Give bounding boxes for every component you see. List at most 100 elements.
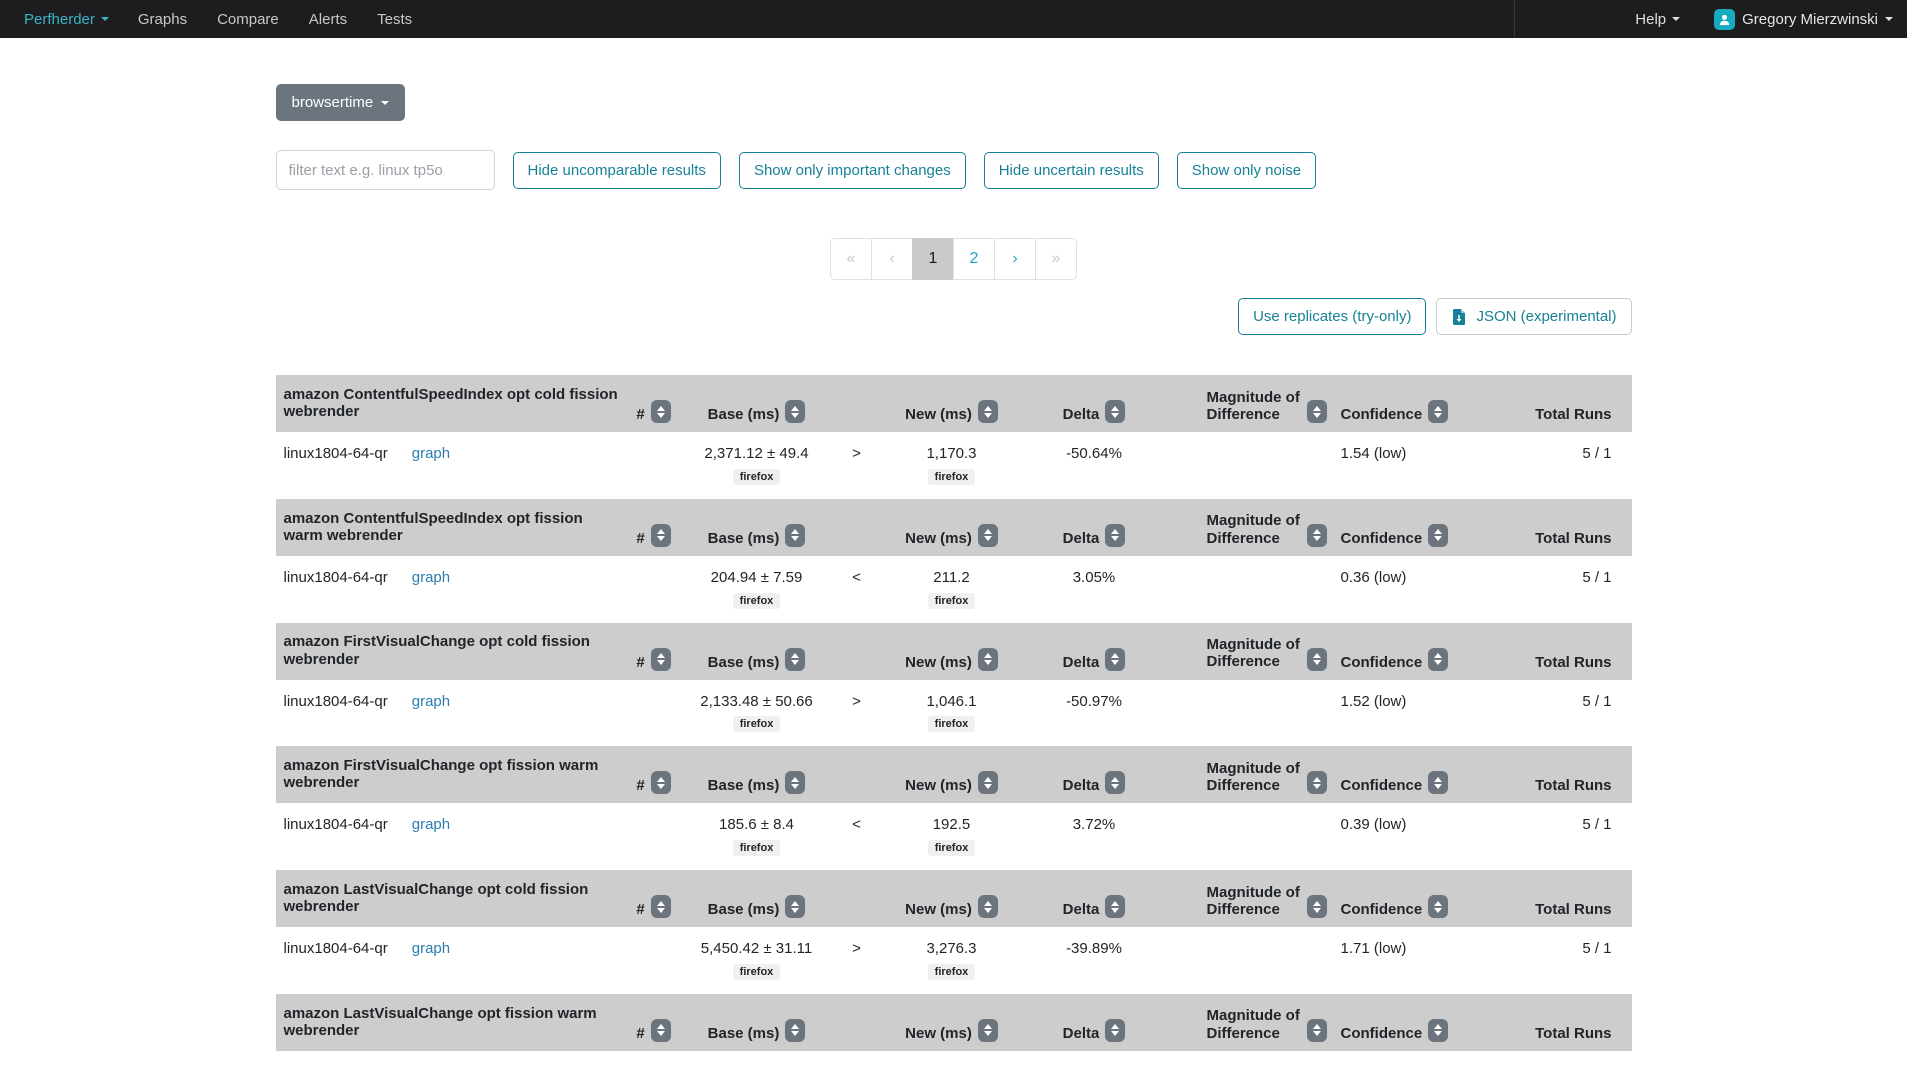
caret-down-icon	[1672, 17, 1680, 21]
column-header-hash: #	[636, 406, 644, 423]
delta-value: -39.89%	[1022, 940, 1167, 957]
sort-icon[interactable]	[1105, 648, 1125, 671]
results-section: amazon ContentfulSpeedIndex opt fission …	[276, 499, 1632, 623]
comparison-sign: >	[832, 445, 882, 462]
page-button-5[interactable]: ›	[994, 238, 1036, 280]
sort-icon[interactable]	[1307, 1019, 1327, 1042]
sort-icon[interactable]	[978, 895, 998, 918]
sort-icon[interactable]	[978, 648, 998, 671]
column-header-delta: Delta	[1063, 406, 1100, 423]
section-title: amazon LastVisualChange opt cold fission…	[276, 881, 626, 916]
page-button-3[interactable]: 1	[912, 238, 954, 280]
sort-icon[interactable]	[651, 400, 671, 423]
sort-icon[interactable]	[978, 400, 998, 423]
table-header-row: amazon ContentfulSpeedIndex opt fission …	[276, 499, 1632, 556]
page-button-2: ‹	[871, 238, 913, 280]
column-header-new: New (ms)	[905, 654, 972, 671]
column-header-magnitude: Magnitude of Difference	[1207, 1007, 1301, 1042]
show-noise-button[interactable]: Show only noise	[1177, 152, 1316, 189]
caret-down-icon	[101, 17, 109, 21]
new-app-badge: firefox	[928, 716, 976, 732]
column-header-new: New (ms)	[905, 1025, 972, 1042]
base-app-badge: firefox	[733, 469, 781, 485]
sort-icon[interactable]	[785, 648, 805, 671]
sort-icon[interactable]	[1105, 895, 1125, 918]
sort-icon[interactable]	[1105, 1019, 1125, 1042]
results-section: amazon LastVisualChange opt fission warm…	[276, 994, 1632, 1051]
column-header-base: Base (ms)	[708, 406, 780, 423]
graph-link[interactable]: graph	[412, 816, 450, 833]
sort-icon[interactable]	[785, 895, 805, 918]
page-button-6: »	[1035, 238, 1077, 280]
framework-dropdown[interactable]: browsertime	[276, 84, 406, 121]
sort-icon[interactable]	[1307, 400, 1327, 423]
sort-icon[interactable]	[1105, 400, 1125, 423]
section-rows: linux1804-64-qr graph 204.94 ± 7.59 fire…	[276, 556, 1632, 623]
column-header-total-runs: Total Runs	[1535, 777, 1611, 794]
sort-icon[interactable]	[1307, 895, 1327, 918]
sort-icon[interactable]	[1307, 524, 1327, 547]
column-header-magnitude: Magnitude of Difference	[1207, 760, 1301, 795]
sort-icon[interactable]	[1428, 1019, 1448, 1042]
json-export-button[interactable]: JSON (experimental)	[1436, 298, 1631, 335]
sort-icon[interactable]	[1105, 524, 1125, 547]
new-app-badge: firefox	[928, 840, 976, 856]
column-header-hash: #	[636, 1025, 644, 1042]
hide-uncertain-button[interactable]: Hide uncertain results	[984, 152, 1159, 189]
sort-icon[interactable]	[651, 1019, 671, 1042]
new-app-badge: firefox	[928, 469, 976, 485]
page-button-4[interactable]: 2	[953, 238, 995, 280]
graph-link[interactable]: graph	[412, 569, 450, 586]
sort-icon[interactable]	[651, 648, 671, 671]
new-value: 1,170.3	[926, 445, 976, 464]
sort-icon[interactable]	[785, 771, 805, 794]
sort-icon[interactable]	[1428, 524, 1448, 547]
sort-icon[interactable]	[785, 524, 805, 547]
table-header-row: amazon ContentfulSpeedIndex opt cold fis…	[276, 375, 1632, 432]
comparison-sign: <	[832, 569, 882, 586]
sort-icon[interactable]	[785, 1019, 805, 1042]
sort-icon[interactable]	[1428, 895, 1448, 918]
use-replicates-button[interactable]: Use replicates (try-only)	[1238, 298, 1426, 335]
sort-icon[interactable]	[1105, 771, 1125, 794]
base-app-badge: firefox	[733, 716, 781, 732]
sort-icon[interactable]	[978, 771, 998, 794]
column-header-magnitude: Magnitude of Difference	[1207, 389, 1301, 424]
delta-value: -50.64%	[1022, 445, 1167, 462]
column-header-delta: Delta	[1063, 777, 1100, 794]
base-app-badge: firefox	[733, 593, 781, 609]
nav-item-alerts[interactable]: Alerts	[309, 11, 347, 28]
section-title: amazon FirstVisualChange opt fission war…	[276, 757, 626, 792]
sort-icon[interactable]	[1307, 648, 1327, 671]
nav-item-tests[interactable]: Tests	[377, 11, 412, 28]
filter-input[interactable]	[276, 150, 495, 190]
confidence-value: 0.39 (low)	[1327, 816, 1477, 833]
graph-link[interactable]: graph	[412, 940, 450, 957]
result-row: linux1804-64-qr graph 2,133.48 ± 50.66 f…	[276, 680, 1632, 747]
user-menu[interactable]: Gregory Mierzwinski	[1714, 9, 1893, 30]
graph-link[interactable]: graph	[412, 693, 450, 710]
column-header-base: Base (ms)	[708, 777, 780, 794]
sort-icon[interactable]	[1307, 771, 1327, 794]
column-header-confidence: Confidence	[1341, 654, 1423, 671]
sort-icon[interactable]	[651, 524, 671, 547]
sort-icon[interactable]	[1428, 648, 1448, 671]
show-important-button[interactable]: Show only important changes	[739, 152, 966, 189]
brand-menu-perfherder[interactable]: Perfherder	[24, 11, 109, 28]
sort-icon[interactable]	[785, 400, 805, 423]
nav-item-compare[interactable]: Compare	[217, 11, 279, 28]
hide-uncomparable-button[interactable]: Hide uncomparable results	[513, 152, 721, 189]
column-header-hash: #	[636, 901, 644, 918]
sort-icon[interactable]	[978, 1019, 998, 1042]
result-row: linux1804-64-qr graph 204.94 ± 7.59 fire…	[276, 556, 1632, 623]
sort-icon[interactable]	[651, 771, 671, 794]
help-menu[interactable]: Help	[1635, 11, 1680, 28]
results-section: amazon FirstVisualChange opt cold fissio…	[276, 623, 1632, 747]
sort-icon[interactable]	[651, 895, 671, 918]
sort-icon[interactable]	[1428, 400, 1448, 423]
sort-icon[interactable]	[1428, 771, 1448, 794]
comparison-sign: <	[832, 816, 882, 833]
sort-icon[interactable]	[978, 524, 998, 547]
nav-item-graphs[interactable]: Graphs	[138, 11, 187, 28]
graph-link[interactable]: graph	[412, 445, 450, 462]
